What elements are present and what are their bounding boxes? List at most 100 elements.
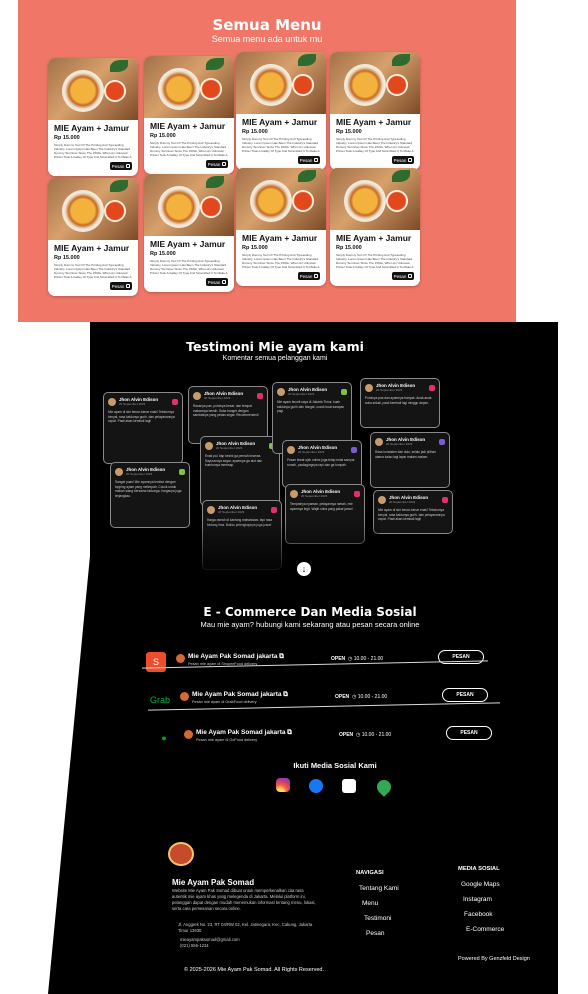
leaf-decoration [392, 170, 410, 182]
noodle-bowl-image [344, 64, 386, 106]
external-link-icon: ⧉ [283, 691, 288, 698]
media-link-google-maps[interactable]: Google Maps [461, 881, 504, 888]
testimonial-header: Jhon Alvin Edison 20 September 2023 [115, 467, 185, 476]
testimonial-header: Jhon Alvin Edison 20 September 2023 [193, 391, 263, 400]
menu-item-description: Simply Dummy Text Of The Printing And Ty… [54, 263, 132, 280]
menu-item-description: Simply Dummy Text Of The Printing And Ty… [336, 137, 414, 154]
menu-item-price: Rp 15.000 [150, 133, 176, 139]
menu-item-image [144, 56, 234, 118]
reviewer-info: Jhon Alvin Edison 20 September 2023 [204, 391, 243, 400]
noodle-bowl-image [250, 64, 292, 106]
order-button-label: Pesan [111, 283, 125, 289]
review-date: 20 September 2023 [218, 510, 245, 514]
footer-address: Jl. Anggrek No. 23, RT 04/RW 02, Kel. Ja… [178, 922, 313, 933]
order-store-button[interactable]: PESAN [446, 726, 492, 740]
testimonial-card: Jhon Alvin Edison 20 September 2023 Sangat… [110, 462, 190, 528]
testimonial-text: Tempatnya nyaman, pelayannya ramah, mie … [290, 502, 354, 511]
menu-item-price: Rp 15.000 [54, 135, 80, 141]
shop-name[interactable]: Mie Ayam Pak Somad jakarta ⧉ [188, 653, 284, 661]
menu-card: MIE Ayam + Jamur Rp 15.000 Simply Dummy Te… [144, 56, 234, 174]
gmail-icon[interactable] [342, 779, 356, 793]
avatar [115, 467, 123, 476]
menu-item-image [48, 178, 138, 240]
order-button-label: Pesan [207, 161, 221, 167]
instagram-icon[interactable] [276, 778, 290, 792]
source-icon [172, 398, 178, 405]
shop-avatar [176, 654, 185, 663]
order-button[interactable]: Pesan [206, 278, 228, 286]
order-button[interactable]: Pesan [206, 160, 228, 168]
shop-name[interactable]: Mie Ayam Pak Somad jakarta ⧉ [196, 729, 292, 737]
menu-item-price: Rp 15.000 [242, 129, 268, 135]
footer-social-media: MEDIA SOSIAL Google Maps Instagram Faceb… [458, 866, 504, 941]
ecommerce-subtitle: Mau mie ayam? hubungi kami sekarang atau… [200, 620, 420, 629]
source-icon [354, 490, 360, 497]
avatar [378, 495, 386, 504]
reviewer-info: Jhon Alvin Edison 20 September 2023 [218, 505, 257, 514]
menu-item-price: Rp 15.000 [336, 129, 362, 135]
testimonial-header: Jhon Alvin Edison 20 September 2023 [287, 445, 357, 454]
footer-email[interactable]: mieayampaksomad@gmail.com [180, 937, 240, 943]
noodle-bowl-image [158, 186, 200, 228]
shop-avatar [180, 692, 189, 701]
testimonial-text: Mie ayam di sini benar-benar enak! Tekst… [378, 508, 445, 522]
review-date: 20 September 2023 [288, 392, 315, 396]
reviewer-info: Jhon Alvin Edison 20 September 2023 [301, 489, 340, 498]
facebook-icon[interactable] [309, 778, 323, 793]
menu-item-name: MIE Ayam + Jamur [150, 239, 226, 249]
testimonial-card: Jhon Alvin Edison 20 September 2023 Mie ay… [373, 490, 453, 534]
shop-avatar [184, 730, 193, 739]
social-title: Ikuti Media Sosial Kami [293, 761, 377, 770]
testimonials-subtitle: Komentar semua pelanggan kami [222, 355, 328, 362]
testimonial-header: Jhon Alvin Edison 20 September 2023 [375, 437, 445, 446]
clock-icon: ◷ [347, 656, 353, 662]
order-button[interactable]: Pesan [110, 282, 132, 290]
hours-text: 10.00 - 21.00 [361, 732, 392, 738]
ecommerce-title: E - Commerce Dan Media Sosial [203, 605, 417, 619]
nav-title: NAVIGASI [356, 870, 384, 876]
order-store-label: PESAN [452, 654, 470, 660]
order-button-label: Pesan [207, 279, 221, 285]
order-button[interactable]: Pesan [392, 156, 414, 164]
nav-link-menu[interactable]: Menu [362, 900, 399, 907]
media-link-facebook[interactable]: Facebook [464, 911, 504, 918]
open-label: OPEN [331, 656, 346, 662]
shop-name[interactable]: Mie Ayam Pak Somad jakarta ⧉ [192, 691, 288, 699]
sauce-bowl-image [292, 74, 314, 96]
source-icon [257, 392, 263, 399]
external-link-icon [222, 280, 227, 284]
menu-item-description: Simply Dummy Text Of The Printing And Ty… [54, 143, 132, 160]
nav-link-about[interactable]: Tentang Kami [359, 885, 399, 892]
order-store-button[interactable]: PESAN [442, 688, 488, 702]
menu-section: Semua Menu Semua menu ada untuk mu MIE A… [18, 0, 516, 322]
testimonial-header: Jhon Alvin Edison 20 September 2023 [205, 441, 275, 450]
review-date: 20 September 2023 [376, 388, 403, 392]
shopee-logo-icon: S [146, 652, 166, 672]
powered-by: Powered By Genzfeld Design [458, 956, 530, 962]
source-icon [442, 496, 448, 503]
source-icon [439, 438, 445, 445]
menu-item-name: MIE Ayam + Jamur [336, 233, 412, 243]
order-button[interactable]: Pesan [110, 162, 132, 170]
nav-link-order[interactable]: Pesan [366, 930, 399, 937]
page: Semua Menu Semua menu ada untuk mu MIE A… [0, 0, 588, 994]
review-date: 20 September 2023 [301, 494, 328, 498]
nav-link-testimonials[interactable]: Testimoni [364, 915, 399, 922]
testimonial-header: Jhon Alvin Edison 20 September 2023 [207, 505, 277, 514]
order-button[interactable]: Pesan [298, 156, 320, 164]
sauce-bowl-image [386, 74, 408, 96]
order-button[interactable]: Pesan [392, 272, 414, 280]
sauce-bowl-image [104, 200, 126, 222]
shop-name-text: Mie Ayam Pak Somad jakarta [192, 691, 282, 698]
order-button[interactable]: Pesan [298, 272, 320, 280]
review-date: 20 September 2023 [216, 446, 243, 450]
leaf-decoration [110, 60, 128, 72]
scroll-down-button[interactable]: ↓ [297, 562, 311, 576]
sauce-bowl-image [292, 190, 314, 212]
media-link-instagram[interactable]: Instagram [463, 896, 504, 903]
menu-item-description: Simply Dummy Text Of The Printing And Ty… [242, 253, 320, 270]
media-link-ecommerce[interactable]: E-Commerce [466, 926, 504, 933]
menu-item-description: Simply Dummy Text Of The Printing And Ty… [150, 259, 228, 276]
footer-brand: Mie Ayam Pak Somad [172, 878, 255, 887]
menu-item-image [330, 168, 420, 230]
